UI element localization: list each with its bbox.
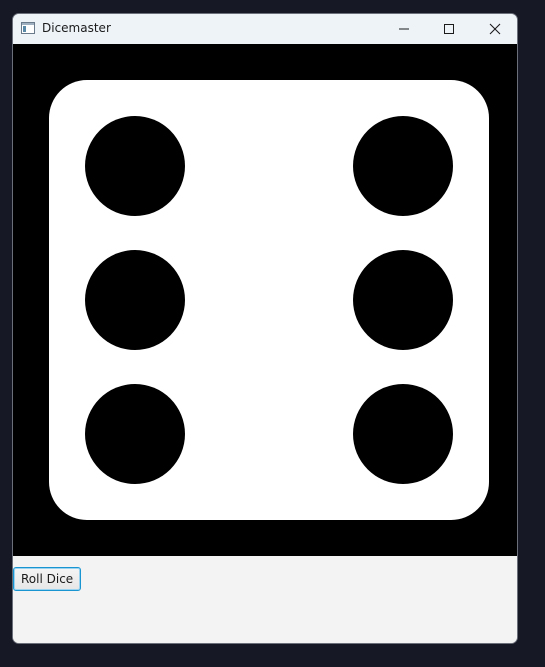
die-pip bbox=[353, 250, 453, 350]
app-window-icon bbox=[21, 22, 35, 34]
window-title: Dicemaster bbox=[42, 21, 111, 35]
close-button[interactable] bbox=[472, 14, 517, 44]
maximize-icon bbox=[444, 24, 454, 34]
roll-dice-button[interactable]: Roll Dice bbox=[13, 567, 82, 591]
minimize-icon bbox=[399, 28, 409, 30]
title-bar[interactable]: Dicemaster bbox=[13, 14, 517, 44]
die-pip bbox=[85, 250, 185, 350]
die-pip bbox=[85, 116, 185, 216]
minimize-button[interactable] bbox=[381, 14, 427, 44]
maximize-button[interactable] bbox=[426, 14, 472, 44]
close-icon bbox=[489, 23, 501, 35]
app-window: Dicemaster Roll Dice bbox=[12, 13, 518, 644]
dice-canvas bbox=[13, 44, 517, 556]
die-pip bbox=[353, 116, 453, 216]
die-pip bbox=[85, 384, 185, 484]
die-face bbox=[49, 80, 489, 520]
control-panel: Roll Dice bbox=[13, 556, 517, 643]
die-pip bbox=[353, 384, 453, 484]
